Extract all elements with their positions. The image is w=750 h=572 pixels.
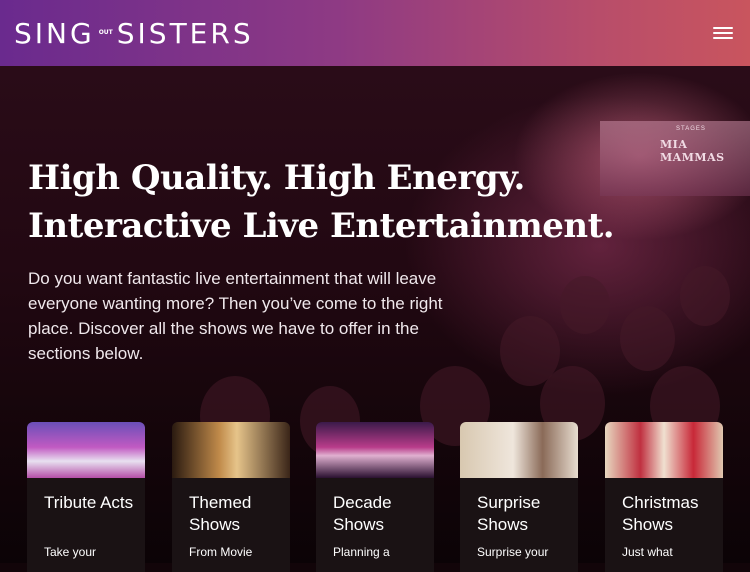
card-tribute-acts[interactable]: Tribute Acts Take your (27, 422, 145, 572)
card-title: Themed Shows (189, 493, 252, 534)
headline-line-1: High Quality. High Energy. (28, 158, 525, 198)
card-title: Surprise Shows (477, 493, 541, 534)
hero-headline: High Quality. High Energy. Interactive L… (28, 154, 648, 250)
crowd-silhouette (680, 266, 730, 326)
headline-line-2: Interactive Live Entertainment. (28, 206, 615, 246)
stage-sign: MIA MAMMAS (660, 138, 725, 164)
crowd-silhouette (620, 306, 675, 371)
card-themed-shows[interactable]: Themed Shows From Movie (172, 422, 290, 572)
site-logo[interactable]: SING OUT SISTERS (14, 17, 254, 50)
logo-text-right: SISTERS (116, 16, 254, 50)
card-description: Take your (44, 545, 97, 559)
card-description: From Movie (189, 545, 253, 559)
hero-intro: Do you want fantastic live entertainment… (28, 269, 443, 363)
card-description: Surprise your (477, 545, 549, 559)
card-title: Decade Shows (333, 493, 392, 534)
themed-shows-image (172, 422, 290, 478)
logo-text-left: SING (14, 16, 95, 50)
site-header: SING OUT SISTERS (0, 0, 750, 66)
card-christmas-shows[interactable]: Christmas Shows Just what (605, 422, 723, 572)
surprise-shows-image (460, 422, 578, 478)
card-decade-shows[interactable]: Decade Shows Planning a (316, 422, 434, 572)
decade-shows-image (316, 422, 434, 478)
show-cards: Tribute Acts Take your Themed Shows From… (27, 422, 727, 572)
card-title: Tribute Acts (44, 493, 134, 512)
logo-text-small: OUT (98, 29, 113, 36)
card-description: Planning a (333, 545, 390, 559)
christmas-shows-image (605, 422, 723, 478)
card-description: Just what (622, 545, 673, 559)
card-surprise-shows[interactable]: Surprise Shows Surprise your (460, 422, 578, 572)
hamburger-menu-icon[interactable] (713, 25, 733, 41)
crowd-silhouette (560, 276, 610, 334)
card-title: Christmas Shows (622, 493, 699, 534)
tribute-acts-image (27, 422, 145, 478)
stage-sub-sign: STAGES (676, 126, 706, 132)
